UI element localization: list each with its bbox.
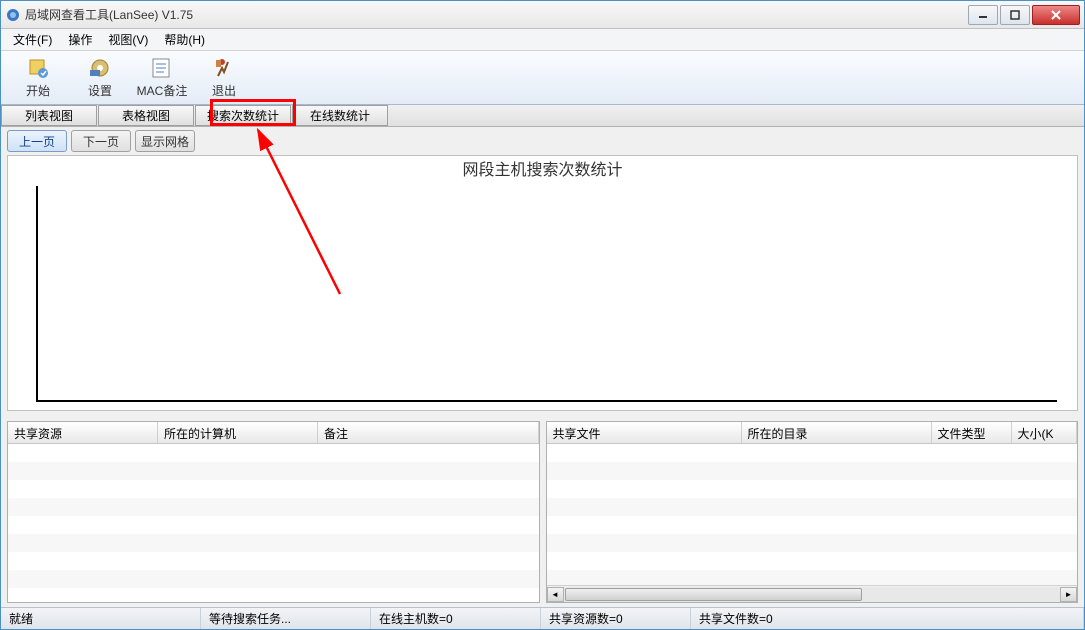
app-icon [5, 7, 21, 23]
list-body[interactable] [8, 444, 539, 602]
prev-page-button[interactable]: 上一页 [7, 130, 67, 152]
scroll-track[interactable] [564, 587, 1061, 602]
list-body[interactable] [547, 444, 1078, 585]
toolbar-exit-button[interactable]: 退出 [193, 53, 255, 103]
settings-icon [88, 56, 112, 80]
window-title: 局域网查看工具(LanSee) V1.75 [25, 6, 968, 23]
mac-icon [150, 56, 174, 80]
app-window: 局域网查看工具(LanSee) V1.75 文件(F) 操作 视图(V) 帮助(… [0, 0, 1085, 630]
list-header: 共享文件 所在的目录 文件类型 大小(K [547, 422, 1078, 444]
titlebar: 局域网查看工具(LanSee) V1.75 [1, 1, 1084, 29]
statusbar: 就绪 等待搜索任务... 在线主机数=0 共享资源数=0 共享文件数=0 [1, 607, 1084, 629]
menu-help[interactable]: 帮助(H) [156, 29, 213, 50]
scroll-thumb[interactable] [565, 588, 863, 601]
shared-files-panel: 共享文件 所在的目录 文件类型 大小(K ◄ ► [546, 421, 1079, 603]
status-online: 在线主机数=0 [371, 608, 541, 629]
show-grid-button[interactable]: 显示网格 [135, 130, 195, 152]
col-shared-file[interactable]: 共享文件 [547, 422, 742, 443]
menu-view[interactable]: 视图(V) [100, 29, 156, 50]
list-header: 共享资源 所在的计算机 备注 [8, 422, 539, 444]
toolbar-settings-button[interactable]: 设置 [69, 53, 131, 103]
horizontal-scrollbar[interactable]: ◄ ► [547, 585, 1078, 602]
menubar: 文件(F) 操作 视图(V) 帮助(H) [1, 29, 1084, 51]
toolbar: 开始 设置 MAC备注 退出 [1, 51, 1084, 105]
menu-operate[interactable]: 操作 [60, 29, 100, 50]
minimize-button[interactable] [968, 5, 998, 25]
chart-axes [36, 186, 1057, 402]
chart-title: 网段主机搜索次数统计 [462, 156, 622, 180]
tab-online-stats[interactable]: 在线数统计 [292, 105, 388, 126]
status-shared-res: 共享资源数=0 [541, 608, 691, 629]
main-content: 上一页 下一页 显示网格 网段主机搜索次数统计 [1, 127, 1084, 417]
tab-search-stats[interactable]: 搜索次数统计 [195, 105, 291, 126]
next-page-button[interactable]: 下一页 [71, 130, 131, 152]
exit-icon [212, 56, 236, 80]
status-waiting: 等待搜索任务... [201, 608, 371, 629]
toolbar-start-button[interactable]: 开始 [7, 53, 69, 103]
toolbar-settings-label: 设置 [88, 82, 112, 99]
lower-panels: 共享资源 所在的计算机 备注 共享文件 所在的目录 文件类型 大小(K ◄ ► [1, 417, 1084, 607]
maximize-button[interactable] [1000, 5, 1030, 25]
tab-list-view[interactable]: 列表视图 [1, 105, 97, 126]
col-shared-resource[interactable]: 共享资源 [8, 422, 158, 443]
pagination-controls: 上一页 下一页 显示网格 [1, 127, 1084, 155]
tabs-row: 列表视图 表格视图 搜索次数统计 在线数统计 [1, 105, 1084, 127]
col-computer[interactable]: 所在的计算机 [158, 422, 318, 443]
col-size[interactable]: 大小(K [1012, 422, 1078, 443]
start-icon [26, 56, 50, 80]
window-controls [968, 5, 1080, 25]
close-button[interactable] [1032, 5, 1080, 25]
shared-resources-panel: 共享资源 所在的计算机 备注 [7, 421, 540, 603]
status-ready: 就绪 [1, 608, 201, 629]
tab-table-view[interactable]: 表格视图 [98, 105, 194, 126]
menu-file[interactable]: 文件(F) [5, 29, 60, 50]
status-shared-files: 共享文件数=0 [691, 608, 1084, 629]
toolbar-mac-label: MAC备注 [137, 82, 188, 99]
toolbar-mac-button[interactable]: MAC备注 [131, 53, 193, 103]
col-remark[interactable]: 备注 [318, 422, 539, 443]
toolbar-start-label: 开始 [26, 82, 50, 99]
toolbar-exit-label: 退出 [212, 82, 236, 99]
scroll-left-button[interactable]: ◄ [547, 587, 564, 602]
scroll-right-button[interactable]: ► [1060, 587, 1077, 602]
col-filetype[interactable]: 文件类型 [932, 422, 1012, 443]
chart-area: 网段主机搜索次数统计 [7, 155, 1078, 411]
col-directory[interactable]: 所在的目录 [742, 422, 932, 443]
